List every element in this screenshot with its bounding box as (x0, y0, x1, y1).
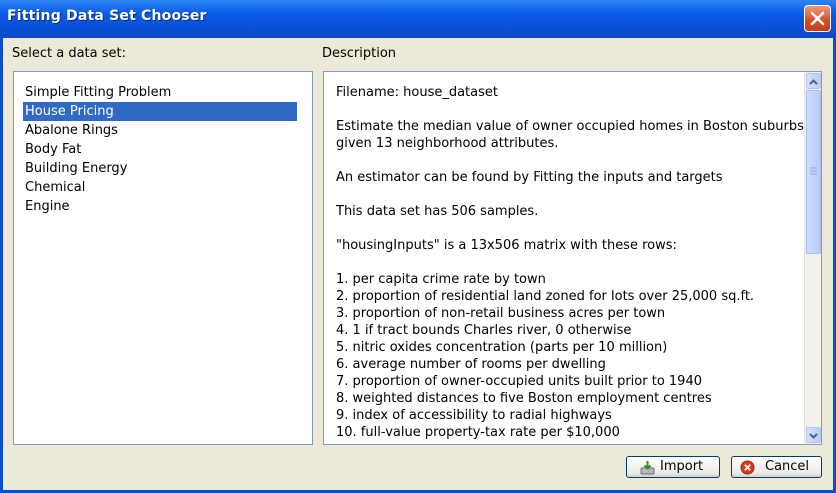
chevron-up-icon (809, 79, 818, 85)
list-item[interactable]: Abalone Rings (23, 121, 120, 140)
scroll-thumb[interactable] (806, 90, 821, 254)
description-line: Filename: house_dataset (336, 85, 498, 100)
description-scrollbar[interactable] (804, 72, 821, 444)
dialog-body: Select a data set: Description Simple Fi… (3, 38, 833, 490)
description-line: 7. proportion of owner-occupied units bu… (336, 374, 702, 389)
description-line: 2. proportion of residential land zoned … (336, 289, 755, 304)
description-line: 3. proportion of non-retail business acr… (336, 306, 666, 321)
title-bar[interactable]: Fitting Data Set Chooser (0, 0, 836, 38)
description-line: 6. average number of rooms per dwelling (336, 357, 606, 372)
close-button[interactable] (804, 5, 831, 32)
scroll-down-button[interactable] (806, 427, 821, 443)
cancel-icon (740, 460, 755, 475)
description-line: given 13 neighborhood attributes. (336, 136, 559, 151)
list-item[interactable]: Building Energy (23, 159, 129, 178)
description-panel[interactable]: Filename: house_dataset Estimate the medi… (323, 71, 822, 445)
cancel-button-label: Cancel (765, 459, 810, 474)
dataset-list-label: Select a data set: (12, 46, 126, 61)
list-item[interactable]: Body Fat (23, 140, 83, 159)
list-item[interactable]: Engine (23, 197, 72, 216)
description-line: Estimate the median value of owner occup… (336, 119, 804, 134)
description-line: 5. nitric oxides concentration (parts pe… (336, 340, 668, 355)
chevron-down-icon (809, 433, 818, 439)
description-line: 9. index of accessibility to radial high… (336, 408, 612, 423)
window-title: Fitting Data Set Chooser (7, 8, 207, 24)
list-item[interactable]: Chemical (23, 178, 87, 197)
list-item-selected[interactable]: House Pricing (23, 102, 297, 121)
grip-icon (810, 167, 817, 175)
import-button-label: Import (660, 459, 704, 474)
description-line: This data set has 506 samples. (336, 204, 539, 219)
description-line: "housingInputs" is a 13x506 matrix with … (336, 238, 677, 253)
close-icon (810, 11, 825, 26)
description-line: An estimator can be found by Fitting the… (336, 170, 723, 185)
description-line: 4. 1 if tract bounds Charles river, 0 ot… (336, 323, 632, 338)
description-line: 1. per capita crime rate by town (336, 272, 546, 287)
list-item[interactable]: Simple Fitting Problem (23, 83, 173, 102)
description-line: 10. full-value property-tax rate per $10… (336, 425, 620, 440)
import-button[interactable]: Import (626, 456, 720, 478)
description-line: 8. weighted distances to five Boston emp… (336, 391, 712, 406)
import-icon (640, 461, 655, 475)
description-label: Description (322, 46, 397, 61)
scroll-up-button[interactable] (806, 73, 821, 89)
cancel-button[interactable]: Cancel (731, 456, 822, 478)
dataset-list[interactable]: Simple Fitting Problem House Pricing Aba… (13, 71, 313, 445)
dialog-window: Fitting Data Set Chooser Select a data s… (0, 0, 836, 493)
